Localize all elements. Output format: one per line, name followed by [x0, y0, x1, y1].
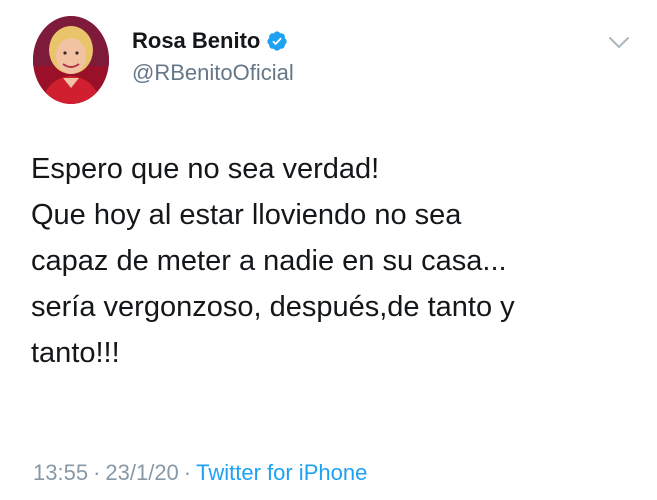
chevron-down-icon[interactable] — [608, 36, 630, 50]
avatar[interactable] — [33, 16, 109, 104]
tweet-source-link[interactable]: Twitter for iPhone — [196, 460, 367, 485]
tweet-time[interactable]: 13:55 — [33, 460, 88, 485]
tweet-card: Rosa Benito @RBenitoOficial Espero que n… — [0, 0, 657, 500]
tweet-text: Espero que no sea verdad! Que hoy al est… — [31, 146, 641, 376]
tweet-text-line: Espero que no sea verdad! — [31, 153, 380, 185]
meta-separator: · — [93, 460, 101, 485]
author-handle[interactable]: @RBenitoOficial — [132, 60, 294, 86]
tweet-text-line: sería vergonzoso, después,de tanto y — [31, 291, 515, 323]
tweet-meta: 13:55 · 23/1/20 · Twitter for iPhone — [33, 460, 367, 486]
tweet-date[interactable]: 23/1/20 — [105, 460, 178, 485]
meta-separator: · — [183, 460, 192, 485]
display-name[interactable]: Rosa Benito — [132, 28, 260, 54]
avatar-image — [33, 16, 109, 104]
verified-badge-icon — [266, 30, 288, 52]
tweet-text-line: capaz de meter a nadie en su casa... — [31, 245, 507, 277]
author-name-row[interactable]: Rosa Benito — [132, 28, 288, 54]
tweet-text-line: tanto!!! — [31, 337, 120, 369]
tweet-text-line: Que hoy al estar lloviendo no sea — [31, 199, 462, 231]
